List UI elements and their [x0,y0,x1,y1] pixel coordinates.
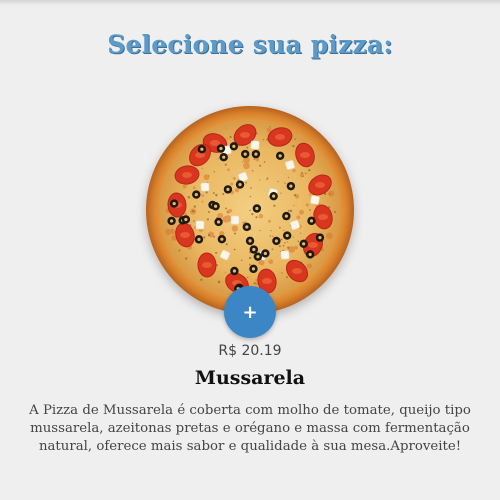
pizza-card[interactable]: + R$ 20.19 Mussarela A Pizza de Mussarel… [0,95,500,495]
pizza-description: A Pizza de Mussarela é coberta com molho… [29,403,471,454]
pizza-icon [146,106,354,314]
add-pizza-button[interactable]: + [224,286,276,338]
top-shadow [0,0,500,6]
pizza-price: R$ 20.19 [218,343,282,359]
page-title: Selecione sua pizza: [107,30,393,59]
pizza-name: Mussarela [194,367,306,389]
page: Selecione sua pizza: + R$ 20.19 Mussarel… [0,0,500,500]
pizza-image[interactable] [145,105,355,315]
